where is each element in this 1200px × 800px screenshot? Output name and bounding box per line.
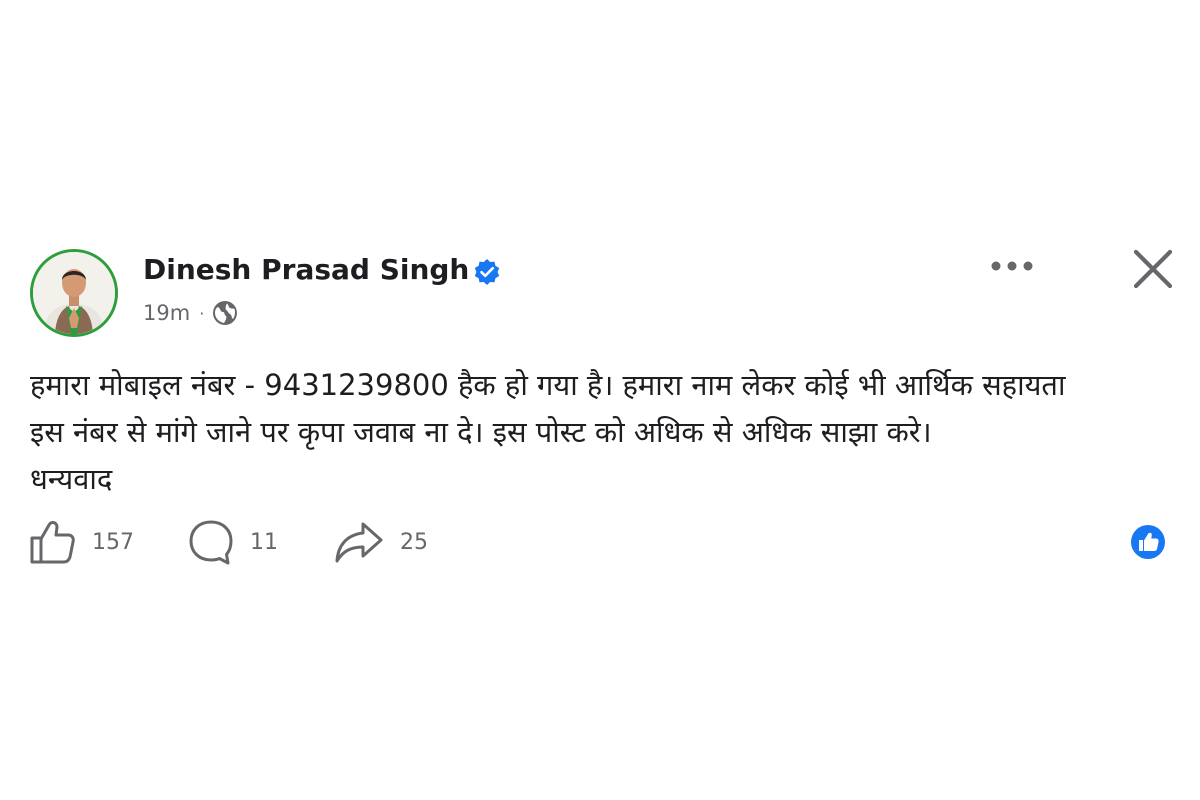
comment-button[interactable]: 11	[188, 518, 278, 566]
verified-badge-icon	[474, 259, 500, 285]
post-body: हमारा मोबाइल नंबर - 9431239800 हैक हो गय…	[30, 362, 1170, 503]
avatar-image	[33, 252, 115, 334]
post-timestamp[interactable]: 19m	[143, 301, 190, 325]
post-body-line: इस नंबर से मांगे जाने पर कृपा जवाब ना दे…	[30, 415, 932, 449]
post-body-line: धन्यवाद	[30, 462, 113, 496]
facebook-post: Dinesh Prasad Singh 19m · हमारा मोबाइल न…	[0, 0, 1200, 800]
post-meta: 19m ·	[143, 300, 238, 326]
close-icon[interactable]	[1132, 248, 1174, 290]
like-reaction-icon[interactable]	[1130, 524, 1166, 560]
thumbs-up-icon	[30, 521, 75, 564]
post-actions: 157 11 25	[28, 518, 428, 566]
comment-count: 11	[250, 529, 278, 555]
more-options-icon[interactable]	[988, 256, 1036, 276]
author-name[interactable]: Dinesh Prasad Singh	[143, 253, 469, 286]
comment-icon	[189, 520, 233, 565]
post-body-line: हमारा मोबाइल नंबर - 9431239800 हैक हो गय…	[30, 368, 1066, 402]
share-arrow-icon	[335, 522, 383, 563]
like-count: 157	[92, 529, 134, 555]
meta-separator: ·	[199, 303, 205, 323]
author-avatar[interactable]	[30, 249, 118, 337]
share-button[interactable]: 25	[334, 518, 428, 566]
like-button[interactable]: 157	[28, 518, 134, 566]
share-count: 25	[400, 529, 428, 555]
globe-icon[interactable]	[212, 300, 238, 326]
